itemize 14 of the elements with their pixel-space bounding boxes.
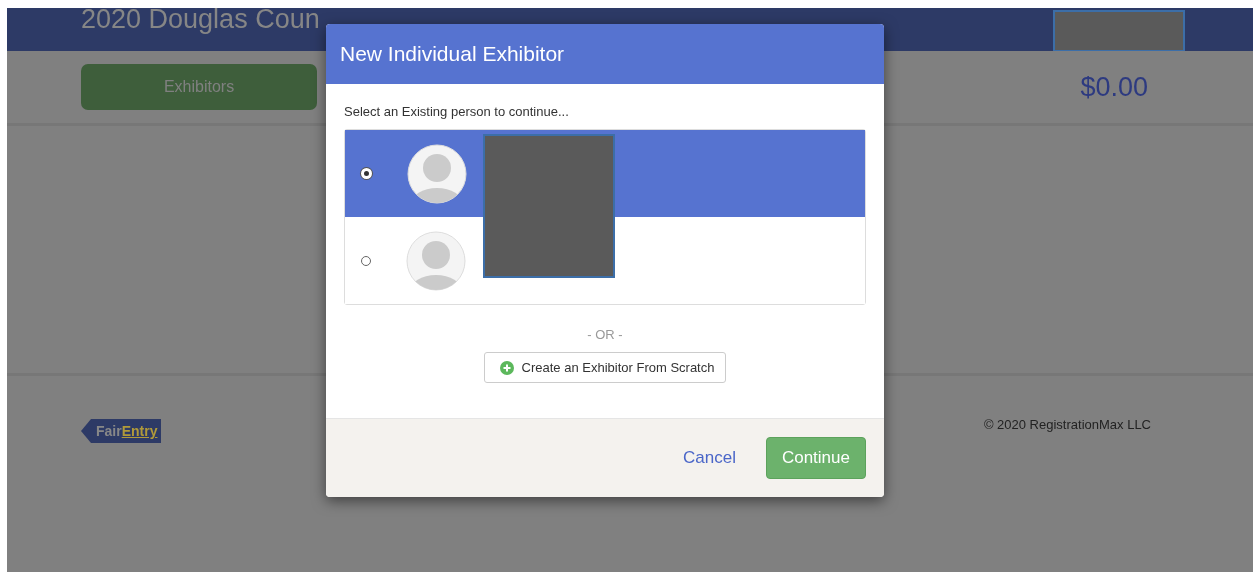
cart-total: $0.00 xyxy=(1080,71,1148,103)
prompt-text: Select an Existing person to continue... xyxy=(344,104,569,119)
dialog-title: New Individual Exhibitor xyxy=(340,42,565,66)
continue-button[interactable]: Continue xyxy=(765,437,866,479)
separator-text: - OR - xyxy=(587,327,623,342)
cancel-button[interactable]: Cancel xyxy=(677,447,742,469)
copyright-text: © 2020 RegistrationMax LLC xyxy=(983,417,1151,432)
page-title: 2020 Douglas Coun xyxy=(81,8,320,35)
create-exhibitor-button[interactable]: Create an Exhibitor From Scratch xyxy=(483,352,727,383)
fairentry-logo[interactable]: FairEntry xyxy=(81,419,162,443)
plus-icon xyxy=(499,360,514,375)
radio-button[interactable] xyxy=(361,255,371,266)
avatar-icon xyxy=(406,230,466,291)
avatar-icon xyxy=(407,143,467,204)
